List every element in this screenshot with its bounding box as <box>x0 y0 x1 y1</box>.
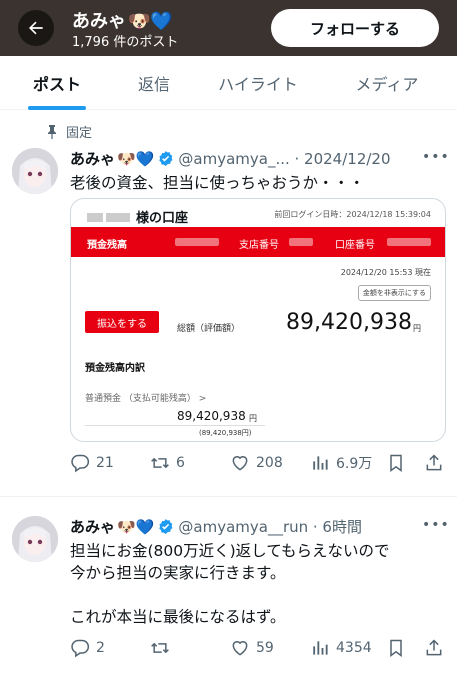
post-text: 担当にお金(800万近く)返してもらえないので 今から担当の実家に行きます。 こ… <box>70 542 390 626</box>
back-button[interactable] <box>18 10 54 46</box>
share-icon <box>426 454 442 471</box>
breakdown-title: 預金残高内訳 <box>85 363 145 374</box>
ordinary-deposit-label: 普通預金 （支払可能残高） > <box>85 394 207 404</box>
account-title: 様の口座 <box>87 207 188 226</box>
arrow-left-icon <box>29 21 43 35</box>
blue-heart-icon: 💙 <box>135 517 155 536</box>
post-handle-date: @amyamya__run · 6時間 <box>178 518 362 536</box>
last-login: 前回ログイン日時：2024/12/18 15:39:04 <box>274 210 431 219</box>
divider <box>85 425 265 426</box>
post-count: 1,796 件のポスト <box>72 35 179 50</box>
dog-emoji-icon: 🐶 <box>117 517 136 536</box>
active-tab-indicator <box>28 106 86 110</box>
reply-button[interactable]: 2 <box>70 638 105 658</box>
verified-badge-icon <box>157 150 174 167</box>
transfer-button: 振込をする <box>85 311 159 333</box>
like-button[interactable]: 59 <box>230 638 274 658</box>
like-button[interactable]: 208 <box>230 453 283 473</box>
views-chart-icon <box>313 456 328 470</box>
total-amount: 89,420,938 <box>286 310 412 335</box>
tab-posts[interactable]: ポスト <box>18 56 96 110</box>
post-header: あみゃ 🐶 💙 @amyamya_... · 2024/12/20 <box>70 148 391 169</box>
bookmark-button[interactable] <box>386 453 406 473</box>
blue-heart-icon: 💙 <box>135 149 155 168</box>
post-text: 老後の資金、担当に使っちゃおうか・・・ <box>70 174 365 192</box>
ordinary-amount: 89,420,938 <box>177 409 246 423</box>
as-of-date: 2024/12/20 15:53 現在 <box>340 268 431 277</box>
post-divider <box>0 496 457 497</box>
author-name[interactable]: あみゃ <box>70 148 115 169</box>
avatar[interactable] <box>12 516 58 562</box>
bookmark-icon <box>390 454 402 472</box>
avatar-illustration-icon <box>12 148 58 194</box>
post-header: あみゃ 🐶 💙 @amyamya__run · 6時間 <box>70 516 362 537</box>
bookmark-button[interactable] <box>386 638 406 658</box>
profile-name: あみゃ 🐶💙 <box>72 11 173 32</box>
redacted-field <box>175 238 219 246</box>
profile-header: あみゃ 🐶💙 1,796 件のポスト フォローする <box>0 0 457 56</box>
share-button[interactable] <box>424 638 444 658</box>
repost-icon <box>151 642 169 654</box>
tab-media[interactable]: メディア <box>332 56 442 110</box>
redacted-field <box>289 238 313 246</box>
reply-icon <box>71 639 90 658</box>
dog-emoji-icon: 🐶 <box>128 11 151 32</box>
repost-button[interactable] <box>150 638 176 658</box>
post-actions: 21 6 208 6.9万 <box>70 453 446 477</box>
reply-button[interactable]: 21 <box>70 453 114 473</box>
follow-button[interactable]: フォローする <box>271 9 439 47</box>
post-image[interactable]: 様の口座 前回ログイン日時：2024/12/18 15:39:04 預金残高 支… <box>70 198 446 442</box>
more-options-icon[interactable]: ••• <box>422 517 450 533</box>
tab-highlights[interactable]: ハイライト <box>206 56 310 110</box>
yen-unit: 円 <box>249 414 257 423</box>
pinned-label: 固定 <box>46 122 92 141</box>
bookmark-icon <box>390 639 402 657</box>
redacted-field <box>387 238 431 246</box>
hide-amount-button: 金額を非表示にする <box>357 285 431 301</box>
views-button[interactable]: 6.9万 <box>310 453 372 473</box>
ordinary-sub-amount: (89,420,938円) <box>199 429 252 437</box>
verified-badge-icon <box>157 518 174 535</box>
share-icon <box>426 639 442 656</box>
balance-bar: 預金残高 支店番号 口座番号 <box>71 227 445 257</box>
post-actions: 2 59 4354 <box>70 638 446 662</box>
reply-icon <box>71 454 90 473</box>
views-button[interactable]: 4354 <box>310 638 372 658</box>
views-chart-icon <box>313 641 328 655</box>
heart-icon <box>232 456 248 471</box>
pin-icon <box>48 124 56 139</box>
heart-icon <box>232 641 248 656</box>
yen-unit: 円 <box>413 324 421 333</box>
repost-button[interactable]: 6 <box>150 453 185 473</box>
dog-emoji-icon: 🐶 <box>117 149 136 168</box>
share-button[interactable] <box>424 453 444 473</box>
post-handle-date: @amyamya_... · 2024/12/20 <box>178 149 391 168</box>
more-options-icon[interactable]: ••• <box>422 149 450 165</box>
avatar-illustration-icon <box>12 516 58 562</box>
repost-icon <box>151 457 169 469</box>
author-name[interactable]: あみゃ <box>70 516 115 537</box>
profile-tabs: ポスト 返信 ハイライト メディア <box>0 56 457 110</box>
blue-heart-icon: 💙 <box>150 11 173 32</box>
avatar[interactable] <box>12 148 58 194</box>
total-label: 総額（評価額） <box>177 324 241 334</box>
tab-replies[interactable]: 返信 <box>118 56 190 110</box>
